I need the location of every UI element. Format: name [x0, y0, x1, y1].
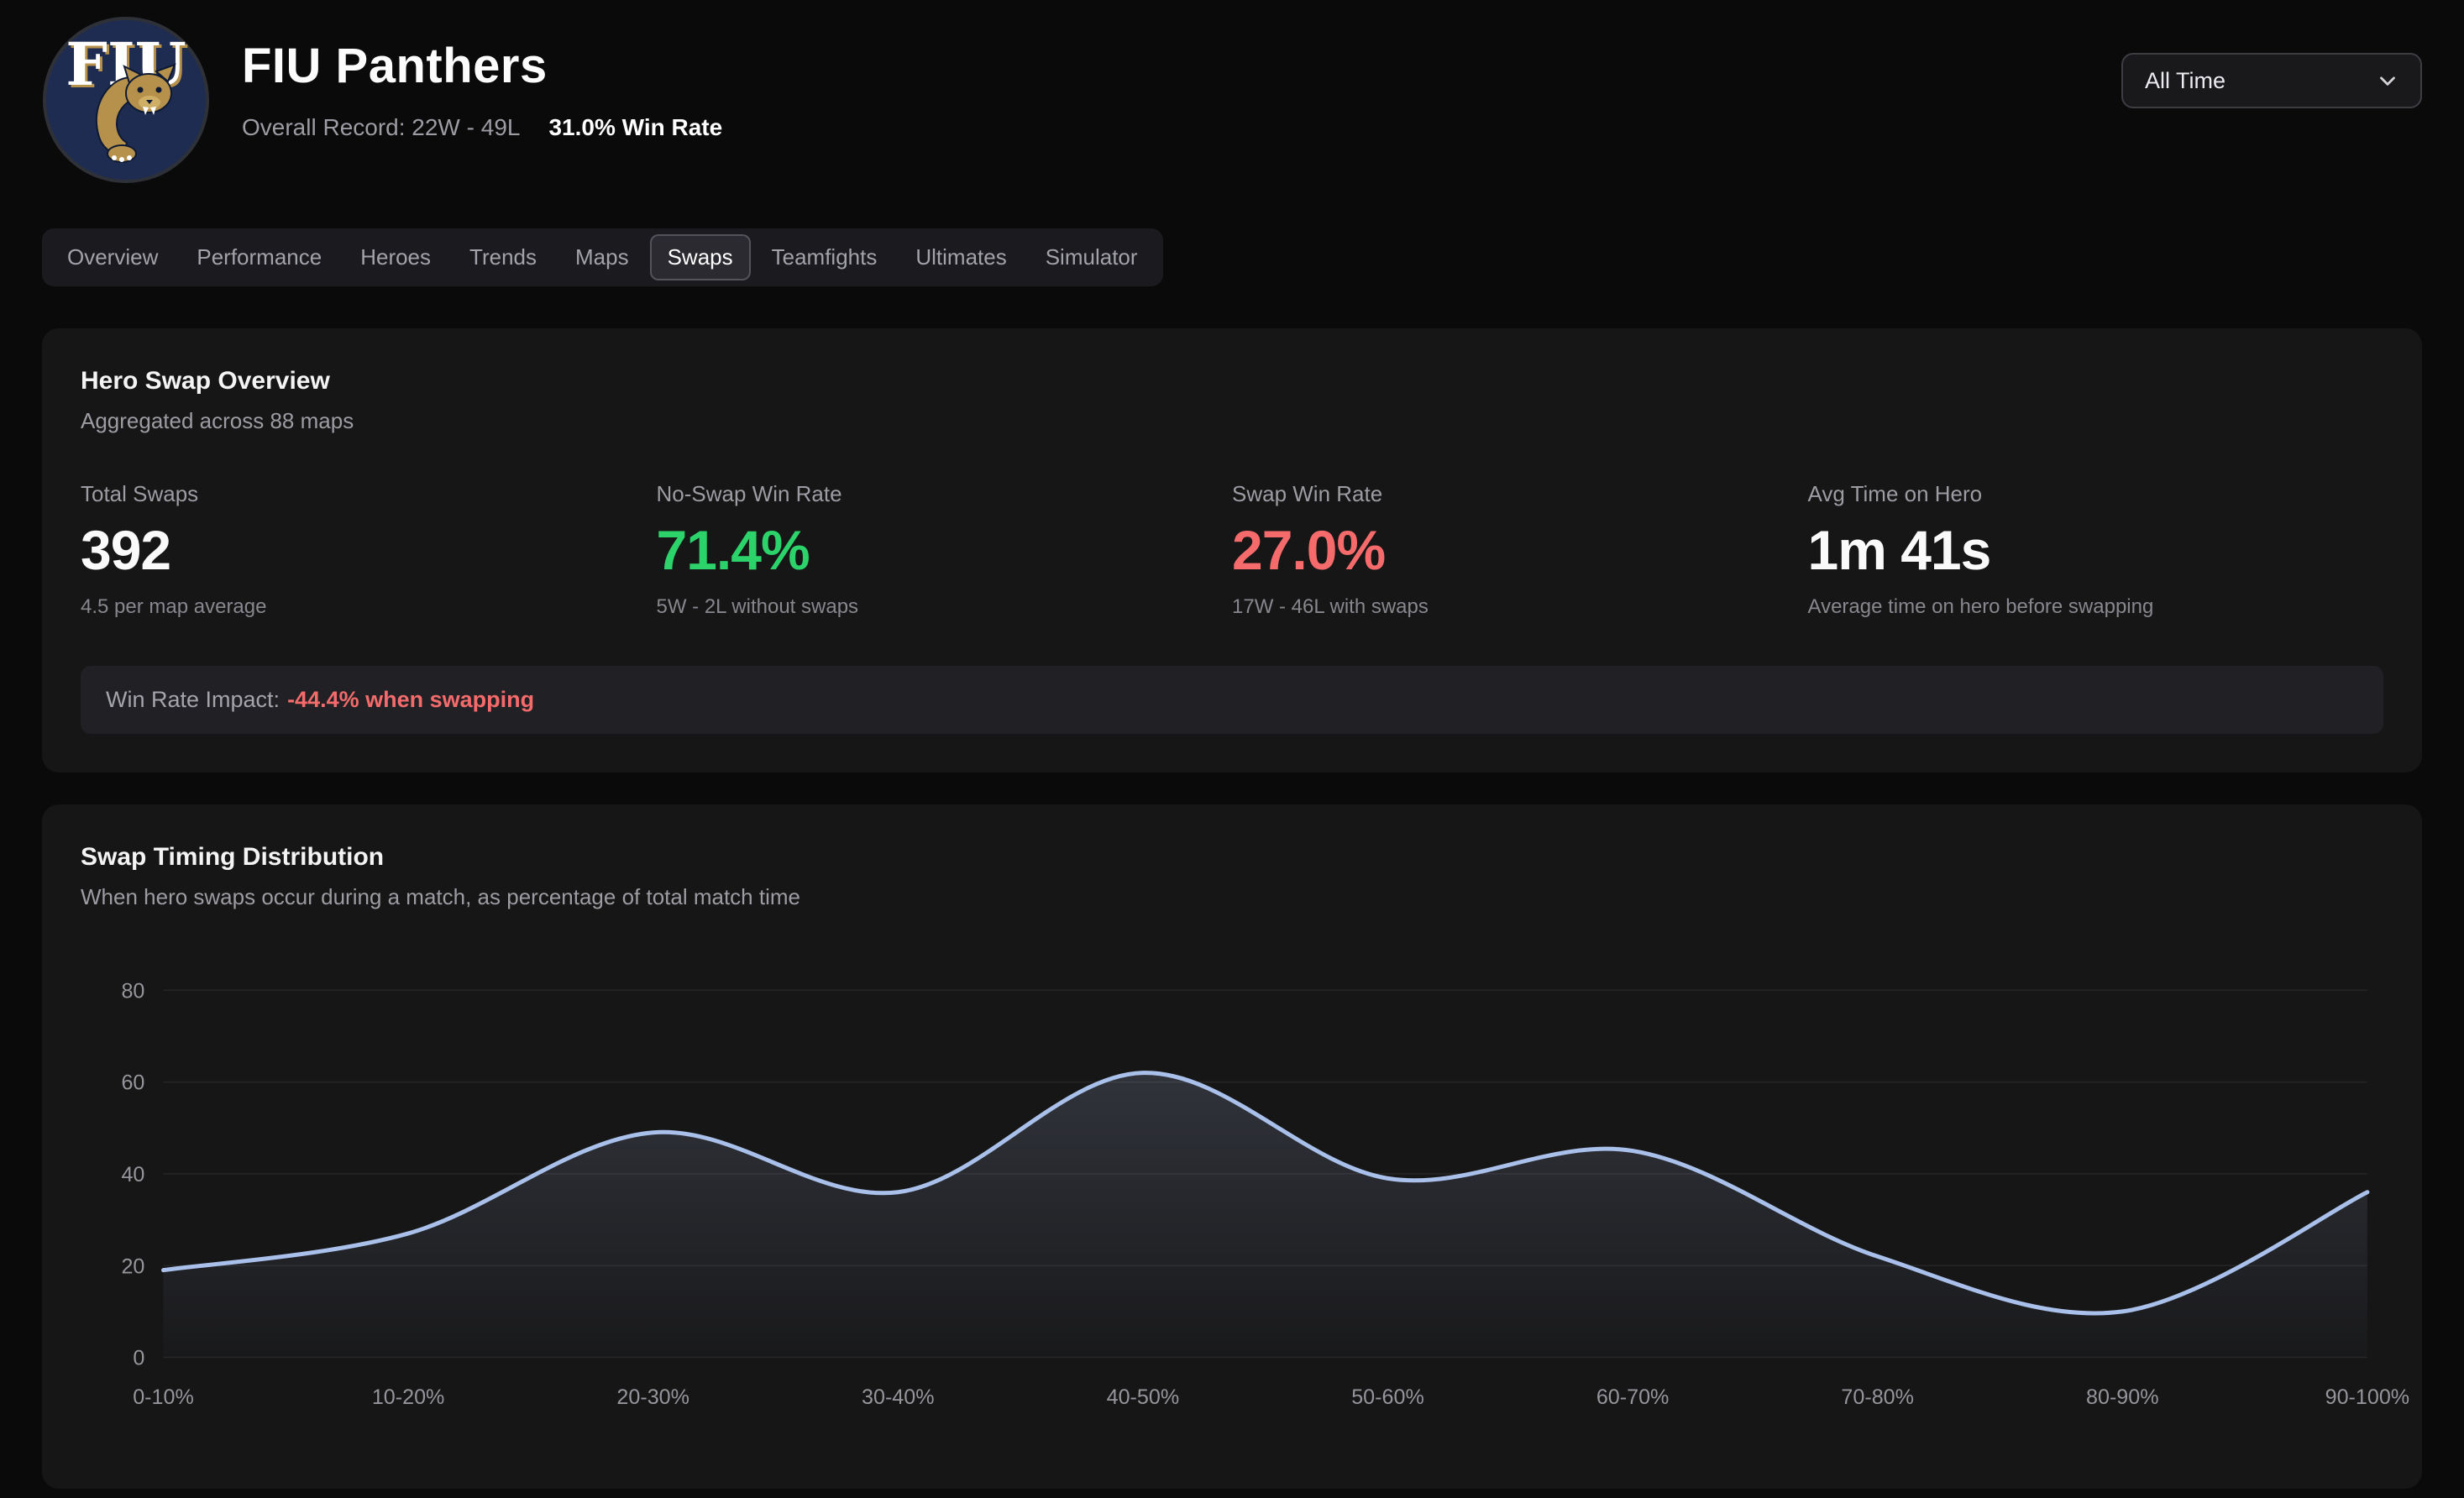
stat-label: Avg Time on Hero	[1808, 481, 2384, 507]
chart-x-tick-label: 40-50%	[1107, 1385, 1180, 1409]
stat-sub: 4.5 per map average	[81, 595, 657, 619]
chart-y-tick-label: 0	[133, 1347, 144, 1370]
win-rate-text: 31.0% Win Rate	[548, 114, 722, 141]
chart-y-tick-label: 80	[121, 980, 144, 1003]
tab-trends[interactable]: Trends	[452, 234, 554, 280]
page-title: FIU Panthers	[242, 41, 722, 92]
tab-performance[interactable]: Performance	[179, 234, 339, 280]
chart-x-tick-label: 50-60%	[1351, 1385, 1424, 1409]
stat-total-swaps: Total Swaps 392 4.5 per map average	[81, 481, 657, 619]
stat-value: 27.0%	[1232, 521, 1808, 579]
chart-x-tick-label: 0-10%	[133, 1385, 194, 1409]
chart-y-tick-label: 40	[121, 1163, 144, 1186]
swap-timing-chart[interactable]: 0 20 40 60 80 0-10% 10-20% 20-30% 30-40% 40-50% 50…	[81, 944, 2383, 1450]
hero-swap-overview-card: Hero Swap Overview Aggregated across 88 …	[42, 328, 2422, 773]
chart-area-fill	[164, 1073, 2367, 1358]
chart-x-tick-label: 10-20%	[372, 1385, 445, 1409]
tabbar: Overview Performance Heroes Trends Maps …	[42, 228, 1163, 286]
stat-sub: 5W - 2L without swaps	[657, 595, 1233, 619]
tab-overview[interactable]: Overview	[50, 234, 176, 280]
impact-label: Win Rate Impact:	[106, 687, 280, 712]
stat-label: Swap Win Rate	[1232, 481, 1808, 507]
impact-value: -44.4% when swapping	[287, 687, 534, 712]
chart-y-tick-label: 60	[121, 1071, 144, 1095]
stat-value: 1m 41s	[1808, 521, 2384, 579]
stat-sub: 17W - 46L with swaps	[1232, 595, 1808, 619]
tab-swaps[interactable]: Swaps	[650, 234, 751, 280]
stat-label: Total Swaps	[81, 481, 657, 507]
stat-label: No-Swap Win Rate	[657, 481, 1233, 507]
stat-value: 392	[81, 521, 657, 579]
stats-row: Total Swaps 392 4.5 per map average No-S…	[81, 481, 2383, 619]
tab-maps[interactable]: Maps	[558, 234, 647, 280]
card-subtitle: When hero swaps occur during a match, as…	[81, 884, 2383, 910]
swap-timing-card: Swap Timing Distribution When hero swaps…	[42, 804, 2422, 1489]
record-row: Overall Record: 22W - 49L 31.0% Win Rate	[242, 114, 722, 141]
card-title: Hero Swap Overview	[81, 367, 2383, 395]
swaps-dashboard-page: FIU FIU	[0, 0, 2464, 1489]
stat-sub: Average time on hero before swapping	[1808, 595, 2384, 619]
tab-teamfights[interactable]: Teamfights	[754, 234, 895, 280]
stat-value: 71.4%	[657, 521, 1233, 579]
chart-x-tick-label: 80-90%	[2086, 1385, 2159, 1409]
header: FIU FIU	[42, 16, 2422, 184]
time-filter-value: All Time	[2145, 68, 2225, 94]
chart-x-tick-label: 60-70%	[1596, 1385, 1670, 1409]
chart-y-tick-label: 20	[121, 1255, 144, 1279]
chart-x-tick-label: 20-30%	[616, 1385, 689, 1409]
overall-record-text: Overall Record: 22W - 49L	[242, 114, 520, 141]
card-title: Swap Timing Distribution	[81, 843, 2383, 872]
chart-x-tick-label: 90-100%	[2325, 1385, 2410, 1409]
time-filter-select[interactable]: All Time	[2121, 53, 2422, 108]
team-header: FIU FIU	[42, 16, 722, 184]
stat-avg-time-on-hero: Avg Time on Hero 1m 41s Average time on …	[1808, 481, 2384, 619]
chevron-down-icon	[2375, 68, 2400, 93]
tab-ultimates[interactable]: Ultimates	[898, 234, 1024, 280]
tab-simulator[interactable]: Simulator	[1028, 234, 1156, 280]
stat-noswap-winrate: No-Swap Win Rate 71.4% 5W - 2L without s…	[657, 481, 1233, 619]
tab-heroes[interactable]: Heroes	[343, 234, 448, 280]
chart-x-tick-label: 30-40%	[862, 1385, 935, 1409]
team-info: FIU Panthers Overall Record: 22W - 49L 3…	[242, 16, 722, 141]
card-subtitle: Aggregated across 88 maps	[81, 408, 2383, 434]
chart-x-tick-label: 70-80%	[1841, 1385, 1914, 1409]
win-rate-impact-banner: Win Rate Impact: -44.4% when swapping	[81, 666, 2383, 734]
fiu-team-logo: FIU FIU	[42, 16, 210, 184]
stat-swap-winrate: Swap Win Rate 27.0% 17W - 46L with swaps	[1232, 481, 1808, 619]
